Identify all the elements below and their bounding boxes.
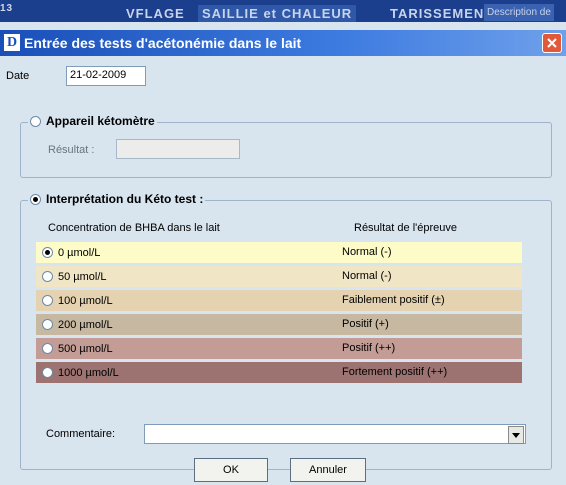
keto-level-row[interactable]: 50 µmol/L Normal (-) <box>36 266 522 287</box>
result-text: Normal (-) <box>342 246 392 258</box>
background-tab[interactable]: Description de <box>484 4 554 21</box>
concentration-label: 500 µmol/L <box>58 342 113 355</box>
keto-test-option[interactable]: Interprétation du Kéto test : <box>28 192 206 206</box>
chevron-down-icon <box>512 433 520 438</box>
close-button[interactable] <box>542 33 562 53</box>
result-text: Fortement positif (++) <box>342 366 448 378</box>
keto-level-radio[interactable] <box>42 319 53 330</box>
keto-level-row[interactable]: 0 µmol/L Normal (-) <box>36 242 522 263</box>
keto-test-radio[interactable] <box>30 193 41 205</box>
concentration-label: 1000 µmol/L <box>58 366 119 379</box>
background-tab[interactable]: VFLAGE <box>126 5 185 22</box>
ketometre-group <box>20 122 552 178</box>
keto-level-radio[interactable] <box>42 271 53 282</box>
date-label: Date <box>6 70 30 82</box>
keto-level-radio[interactable] <box>42 295 53 306</box>
keto-level-row[interactable]: 500 µmol/L Positif (++) <box>36 338 522 359</box>
result-text: Positif (+) <box>342 318 389 330</box>
background-tab[interactable]: SAILLIE et CHALEUR <box>198 5 357 22</box>
ketometre-radio[interactable] <box>30 115 41 127</box>
concentration-label: 50 µmol/L <box>58 270 107 283</box>
keto-level-radio[interactable] <box>42 367 53 378</box>
dialog-title: Entrée des tests d'acétonémie dans le la… <box>24 35 302 51</box>
comment-combobox[interactable] <box>144 424 526 444</box>
column-header-concentration: Concentration de BHBA dans le lait <box>48 222 220 234</box>
result-field <box>116 139 240 159</box>
result-text: Positif (++) <box>342 342 396 354</box>
keto-level-row[interactable]: 1000 µmol/L Fortement positif (++) <box>36 362 522 383</box>
dialog-body: Date 21-02-2009 Appareil kétomètre Résul… <box>0 56 566 485</box>
keto-test-label: Interprétation du Kéto test : <box>46 192 204 206</box>
result-text: Faiblement positif (±) <box>342 294 445 306</box>
keto-level-row[interactable]: 100 µmol/L Faiblement positif (±) <box>36 290 522 311</box>
keto-level-radio[interactable] <box>42 247 53 258</box>
ketometre-option[interactable]: Appareil kétomètre <box>28 114 157 128</box>
column-header-result: Résultat de l'épreuve <box>354 222 457 234</box>
concentration-label: 200 µmol/L <box>58 318 113 331</box>
background-tab[interactable]: TARISSEMENT <box>390 5 493 22</box>
cancel-button[interactable]: Annuler <box>290 458 366 482</box>
close-icon <box>547 38 557 48</box>
concentration-label: 100 µmol/L <box>58 294 113 307</box>
ketometre-label: Appareil kétomètre <box>46 114 155 128</box>
comment-label: Commentaire: <box>46 428 116 440</box>
background-tab: 13 <box>0 3 14 14</box>
keto-level-radio[interactable] <box>42 343 53 354</box>
comment-dropdown-button[interactable] <box>508 426 524 444</box>
concentration-label: 0 µmol/L <box>58 246 101 259</box>
ok-button[interactable]: OK <box>194 458 268 482</box>
result-text: Normal (-) <box>342 270 392 282</box>
date-field[interactable]: 21-02-2009 <box>66 66 146 86</box>
keto-level-row[interactable]: 200 µmol/L Positif (+) <box>36 314 522 335</box>
dialog-titlebar[interactable]: D Entrée des tests d'acétonémie dans le … <box>0 30 566 56</box>
background-app-tabs: 13 VFLAGE SAILLIE et CHALEUR TARISSEMENT… <box>0 0 566 22</box>
result-label: Résultat : <box>48 144 95 156</box>
app-icon: D <box>4 34 20 51</box>
